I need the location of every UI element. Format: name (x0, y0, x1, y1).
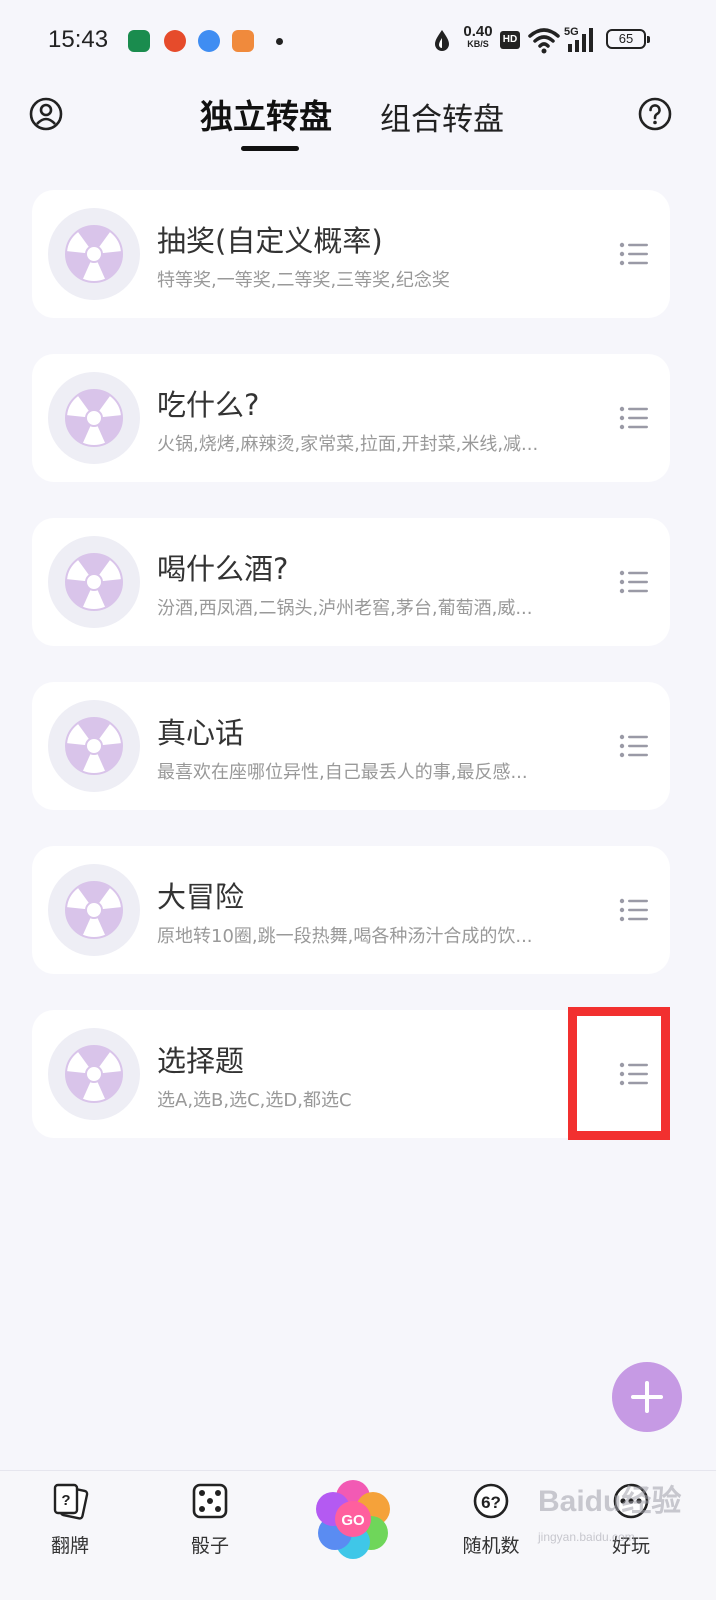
wheel-icon (65, 881, 123, 939)
help-icon[interactable] (637, 96, 673, 132)
wheel-card-lottery[interactable]: 抽奖(自定义概率) 特等奖,一等奖,二等奖,三等奖,纪念奖 (32, 190, 670, 318)
list-menu-icon[interactable] (618, 240, 650, 268)
nav-label: 骰子 (190, 1535, 229, 1557)
nav-flip-cards[interactable]: ? 翻牌 (25, 1481, 115, 1581)
nav-label: 随机数 (462, 1535, 520, 1557)
app-screen: 15:43 0.40 KB/S HD 5G 65 独立转盘 组合转盘 抽奖(自定… (0, 0, 716, 1600)
tab-standalone-wheel[interactable]: 独立转盘 (200, 90, 332, 138)
wheel-icon (65, 1045, 123, 1103)
wheel-card-what-to-drink[interactable]: 喝什么酒? 汾酒,西凤酒,二锅头,泸州老窖,茅台,葡萄酒,威... (32, 518, 670, 646)
wheel-icon (65, 717, 123, 775)
wheel-avatar (48, 1028, 140, 1120)
wheel-card-truth[interactable]: 真心话 最喜欢在座哪位异性,自己最丢人的事,最反感... (32, 682, 670, 810)
wheel-icon (65, 225, 123, 283)
list-menu-icon[interactable] (618, 732, 650, 760)
wheel-title: 真心话 (157, 716, 245, 750)
go-spin-button[interactable]: GO (313, 1479, 393, 1559)
random-icon-text: 6? (481, 1493, 501, 1512)
wifi-icon (528, 28, 560, 54)
hd-badge: HD (500, 31, 520, 49)
wheel-title: 大冒险 (157, 880, 245, 914)
wheel-title: 选择题 (157, 1044, 245, 1078)
wheel-icon (65, 389, 123, 447)
browser-app-icon (198, 30, 220, 52)
wheel-options: 选A,选B,选C,选D,都选C (157, 1090, 352, 1111)
wheel-options: 汾酒,西凤酒,二锅头,泸州老窖,茅台,葡萄酒,威... (157, 598, 533, 619)
wheel-options: 最喜欢在座哪位异性,自己最丢人的事,最反感... (157, 762, 528, 783)
wheel-icon (65, 553, 123, 611)
watermark: Baidu经验 jingyan.baidu.com (538, 1485, 682, 1544)
dice-icon (192, 1483, 228, 1519)
wheel-card-what-to-eat[interactable]: 吃什么? 火锅,烧烤,麻辣烫,家常菜,拉面,开封菜,米线,减... (32, 354, 670, 482)
battery-indicator: 65 (606, 29, 650, 49)
list-menu-icon[interactable] (618, 896, 650, 924)
wheel-avatar (48, 208, 140, 300)
go-label: GO (341, 1512, 365, 1529)
more-notifications-dot (276, 38, 283, 45)
wheel-title: 抽奖(自定义概率) (157, 224, 383, 258)
wheel-avatar (48, 864, 140, 956)
nav-random-number[interactable]: 6? 随机数 (446, 1481, 536, 1581)
profile-icon[interactable] (28, 96, 64, 132)
cellular-signal-icon: 5G (564, 26, 593, 52)
sports-app-icon (164, 30, 186, 52)
add-wheel-button[interactable] (612, 1362, 682, 1432)
status-time: 15:43 (48, 26, 109, 53)
wheel-title: 喝什么酒? (157, 552, 289, 586)
random-number-icon: 6? (473, 1483, 509, 1519)
list-menu-icon[interactable] (618, 404, 650, 432)
wheel-options: 原地转10圈,跳一段热舞,喝各种汤汁合成的饮... (157, 926, 533, 947)
nav-dice[interactable]: 骰子 (165, 1481, 255, 1581)
wheel-options: 特等奖,一等奖,二等奖,三等奖,纪念奖 (157, 270, 450, 291)
data-saver-icon (435, 30, 449, 51)
top-header: 独立转盘 组合转盘 (0, 80, 716, 160)
signal-label: 5G (564, 26, 579, 38)
highlight-annotation (568, 1007, 670, 1140)
wheel-card-dare[interactable]: 大冒险 原地转10圈,跳一段热舞,喝各种汤汁合成的饮... (32, 846, 670, 974)
wheel-avatar (48, 700, 140, 792)
wheel-avatar (48, 372, 140, 464)
cards-icon: ? (53, 1483, 89, 1520)
tab-combined-wheel[interactable]: 组合转盘 (380, 94, 504, 139)
status-bar: 15:43 0.40 KB/S HD 5G 65 (0, 0, 716, 80)
active-tab-indicator (241, 146, 299, 151)
plus-icon (631, 1381, 663, 1413)
svg-text:?: ? (61, 1492, 70, 1509)
nav-label: 翻牌 (50, 1535, 89, 1557)
network-speed: 0.40 KB/S (463, 23, 493, 49)
wheel-title: 吃什么? (157, 388, 260, 422)
oppo-app-icon (128, 30, 150, 52)
wheel-avatar (48, 536, 140, 628)
list-menu-icon[interactable] (618, 568, 650, 596)
gallery-app-icon (232, 30, 254, 52)
wheel-options: 火锅,烧烤,麻辣烫,家常菜,拉面,开封菜,米线,减... (157, 434, 539, 455)
